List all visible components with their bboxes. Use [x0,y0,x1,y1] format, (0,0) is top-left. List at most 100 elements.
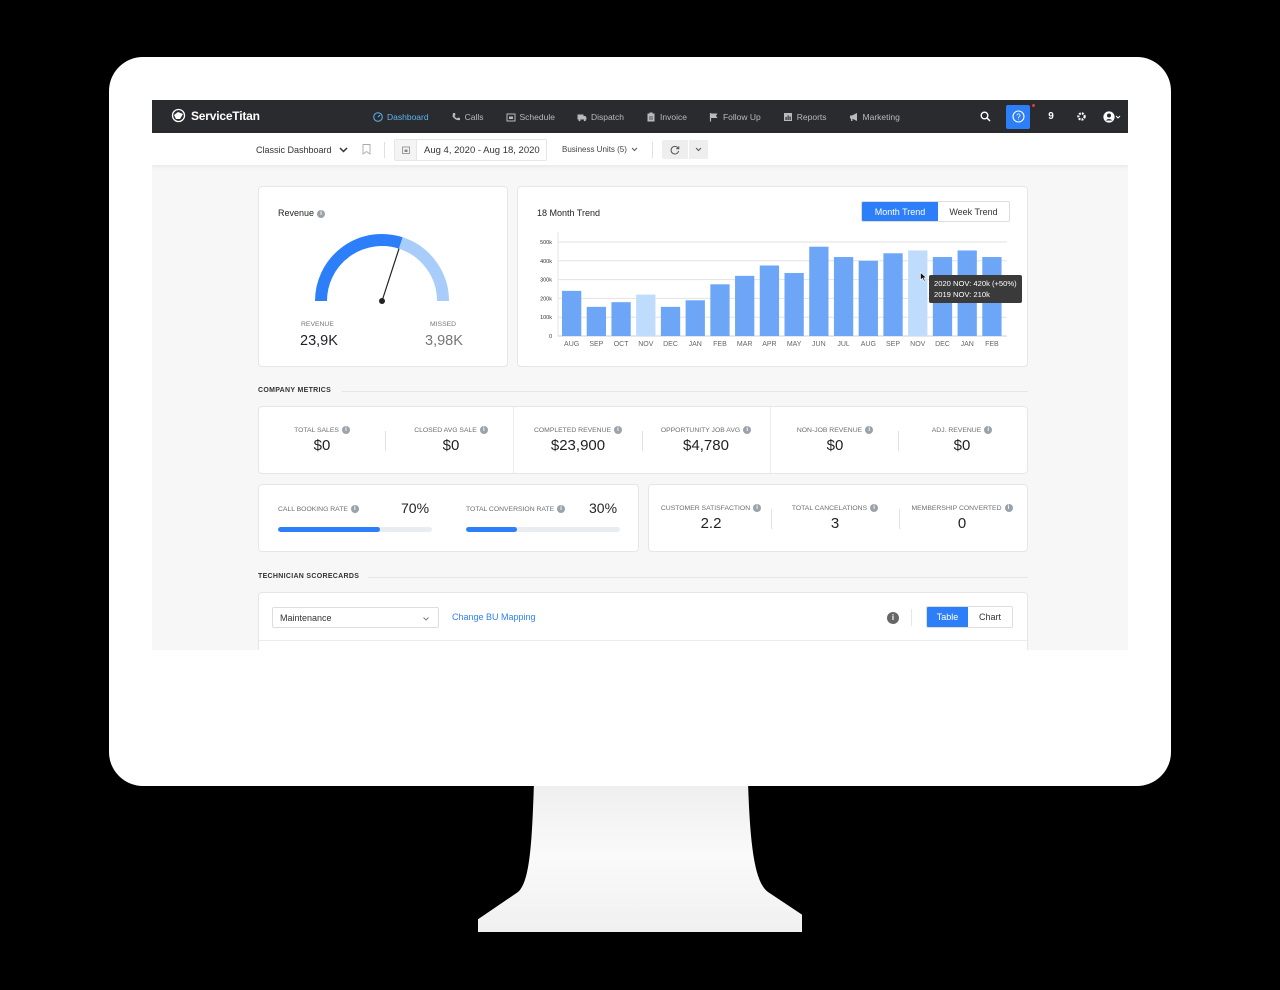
table-view-tab[interactable]: Table [927,607,968,627]
question-circle-icon: ? [1011,110,1025,123]
bar-apr-8[interactable] [759,265,780,337]
y-tick-label: 200k [540,296,552,302]
info-icon[interactable]: i [1004,504,1013,512]
search-button[interactable] [970,100,1000,133]
metric-label: CUSTOMER SATISFACTION i [651,504,771,512]
metric-label-text: NON-JOB REVENUE [796,426,863,434]
nav-item-reports[interactable]: Reports [783,112,827,122]
dashboard-select[interactable]: Classic Dashboard [256,133,348,166]
bar-jun-10[interactable] [809,246,829,336]
metric-opportunity-job-avg: OPPORTUNITY JOB AVG i $4,780 [646,426,766,454]
info-icon[interactable]: i [350,505,359,513]
info-icon[interactable]: i [753,504,762,512]
info-icon[interactable]: i [614,426,623,434]
info-icon[interactable]: i [317,209,326,218]
x-tick-label: FEB [713,341,727,348]
nav-item-label: Schedule [519,111,555,122]
bar-mar-7[interactable] [735,275,755,336]
nav-item-label: Reports [796,111,827,122]
bar-aug-12[interactable] [858,260,878,336]
x-tick-label: SEP [589,341,603,348]
notifications-button[interactable]: 9 [1032,100,1066,133]
info-icon[interactable]: i [984,426,993,434]
metric-value: $4,780 [683,437,729,454]
business-unit-select[interactable]: Maintenance [272,607,439,628]
business-units-select[interactable]: Business Units (5) [562,133,638,166]
chart-view-tab[interactable]: Chart [968,607,1012,627]
bookmark-button[interactable] [362,133,371,166]
refresh-button-group [662,140,708,159]
bar-dec-4[interactable] [660,306,681,336]
nav-item-schedule[interactable]: Schedule [506,112,555,122]
nav-item-label: Dispatch [590,111,625,122]
user-avatar-icon [1102,110,1120,123]
user-menu-button[interactable] [1096,100,1128,133]
nav-item-calls[interactable]: Calls [451,112,484,122]
info-icon[interactable]: i [557,505,566,513]
bar-jan-5[interactable] [685,300,705,336]
y-tick-label: 0 [549,334,552,340]
technician-scorecards-heading: TECHNICIAN SCORECARDS [258,573,360,580]
info-icon[interactable]: i [479,426,488,434]
missed-value: 3,98K [425,333,463,349]
gauge-needle [381,248,400,302]
x-tick-label: FEB [985,341,999,348]
svg-text:?: ? [1016,112,1021,121]
bar-aug-0[interactable] [562,290,582,336]
date-range-picker[interactable]: Aug 4, 2020 - Aug 18, 2020 [394,139,547,161]
info-icon[interactable]: i [743,426,752,434]
revenue-gauge [315,234,449,304]
calendar-icon [506,113,515,121]
bar-oct-2[interactable] [611,302,631,336]
group-divider [513,407,514,473]
info-icon[interactable]: i [870,504,879,512]
refresh-options-button[interactable] [688,140,708,159]
nav-item-invoice[interactable]: Invoice [646,112,687,122]
megaphone-icon [849,112,857,121]
settings-button[interactable] [1066,100,1096,133]
notification-dot [1032,104,1035,107]
metric-value: $0 [953,437,971,454]
info-icon[interactable]: i [865,426,874,434]
month-trend-tab[interactable]: Month Trend [862,202,938,221]
info-icon[interactable]: i [887,612,899,624]
x-tick-label: NOV [638,341,654,348]
nav-item-follow-up[interactable]: Follow Up [709,112,761,122]
tooltip-line-current: 2020 NOV: 420k (+50%) [934,279,1017,288]
top-nav: ServiceTitan Dashboard Calls Schedule Dispa… [152,100,1128,133]
bar-sep-1[interactable] [586,306,607,336]
section-divider [342,391,1028,392]
chevron-down-icon [339,146,348,153]
technician-scorecards-card: Maintenance Change BU Mapping i Table Ch… [258,592,1029,650]
business-unit-value: Maintenance [280,612,332,623]
bar-nov-3[interactable] [636,294,656,336]
info-icon[interactable]: i [341,426,350,434]
bar-feb-6[interactable] [710,284,730,336]
gauge-needle-hub [379,298,385,304]
metric-divider [899,509,900,529]
week-trend-tab[interactable]: Week Trend [938,202,1009,221]
phone-icon [452,112,460,120]
change-bu-mapping-link[interactable]: Change BU Mapping [452,612,536,622]
refresh-button[interactable] [662,140,688,159]
date-range-value: Aug 4, 2020 - Aug 18, 2020 [424,144,540,156]
call-booking-rate-bar [278,527,432,532]
bar-may-9[interactable] [784,273,804,336]
bar-nov-14[interactable] [908,250,928,336]
help-button[interactable]: ? [1006,104,1030,129]
nav-item-label: Calls [464,111,484,122]
nav-item-dashboard[interactable]: Dashboard [373,112,429,122]
x-tick-label: DEC [935,341,950,348]
dashboard-select-value: Classic Dashboard [256,144,332,155]
nav-item-dispatch[interactable]: Dispatch [577,112,624,122]
nav-item-marketing[interactable]: Marketing [849,112,900,122]
x-tick-label: AUG [861,341,876,348]
chevron-down-icon [695,147,702,152]
metric-label: COMPLETED REVENUE i [518,426,638,434]
metric-completed-revenue: COMPLETED REVENUE i $23,900 [518,426,638,454]
dashboard-gauge-icon [373,111,383,122]
bar-jul-11[interactable] [833,257,854,336]
bar-sep-13[interactable] [883,253,903,336]
brand-logo[interactable]: ServiceTitan [170,108,260,123]
bar-chart-icon [783,112,792,121]
